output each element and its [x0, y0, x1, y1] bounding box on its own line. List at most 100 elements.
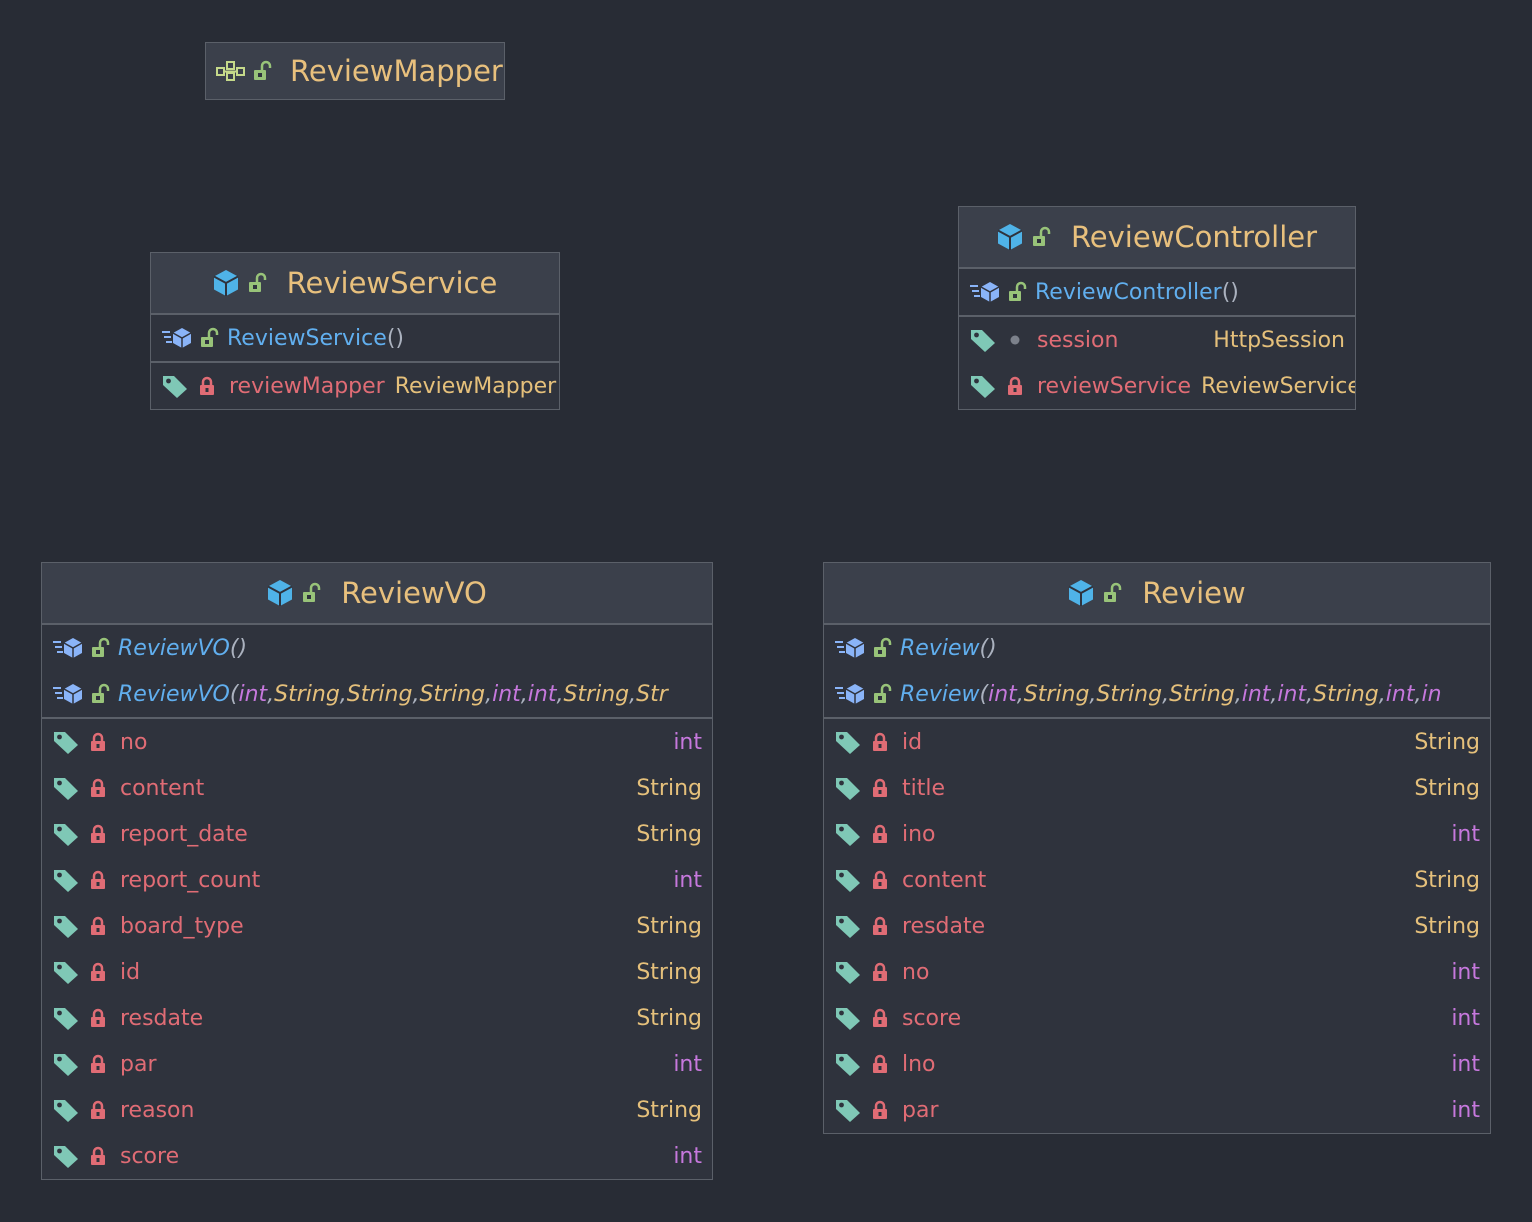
field-tag-icon [834, 1005, 862, 1031]
private-lock-icon [90, 870, 106, 890]
public-unlock-icon [247, 272, 267, 294]
constructor-row[interactable]: ReviewController() [959, 269, 1355, 315]
field-tag-icon [969, 373, 997, 399]
field-row[interactable]: ino int [824, 811, 1490, 857]
class-box-review[interactable]: Review Review() Review(int, String, Stri… [823, 562, 1491, 1134]
param-type: String [1096, 681, 1163, 707]
constructor-section: ReviewVO() ReviewVO(int, String, String,… [42, 625, 712, 719]
class-icon [267, 579, 293, 607]
class-box-reviewmapper[interactable]: ReviewMapper [205, 42, 505, 100]
param-type: int [1241, 681, 1271, 707]
field-row[interactable]: title String [824, 765, 1490, 811]
paren-open: ( [229, 681, 239, 707]
fields-section: id String title String ino int content String re… [824, 719, 1490, 1133]
field-row[interactable]: report_count int [42, 857, 712, 903]
constructor-row[interactable]: ReviewService() [151, 315, 559, 361]
public-unlock-icon [1102, 582, 1122, 604]
class-header: ReviewMapper [206, 43, 504, 99]
field-row[interactable]: report_date String [42, 811, 712, 857]
field-row[interactable]: score int [824, 995, 1490, 1041]
param-type: int [527, 681, 557, 707]
constructor-row[interactable]: Review() [824, 625, 1490, 671]
field-tag-icon [52, 1005, 80, 1031]
class-header: ReviewService [151, 253, 559, 315]
param-type: String [274, 681, 340, 707]
field-name: score [120, 1143, 180, 1169]
field-row[interactable]: score int [42, 1133, 712, 1179]
field-row[interactable]: reviewService ReviewService [959, 363, 1355, 409]
field-tag-icon [52, 867, 80, 893]
field-row[interactable]: reason String [42, 1087, 712, 1133]
private-lock-icon [90, 1146, 106, 1166]
constructor-parens: () [386, 325, 404, 351]
field-row[interactable]: lno int [824, 1041, 1490, 1087]
field-type: String [636, 1097, 702, 1123]
field-row[interactable]: resdate String [824, 903, 1490, 949]
constructor-icon [834, 682, 866, 706]
field-tag-icon [969, 327, 997, 353]
fields-section: session HttpSession reviewService Review… [959, 317, 1355, 409]
field-row[interactable]: par int [824, 1087, 1490, 1133]
class-box-reviewcontroller[interactable]: ReviewController ReviewController() sess… [958, 206, 1356, 410]
class-icon [213, 269, 239, 297]
private-lock-icon [872, 1054, 888, 1074]
field-tag-icon [834, 821, 862, 847]
field-type: String [636, 959, 702, 985]
class-box-reviewservice[interactable]: ReviewService ReviewService() reviewMapp… [150, 252, 560, 410]
field-name: content [120, 775, 205, 801]
constructor-name: ReviewVO [118, 635, 230, 661]
param-type: String [419, 681, 486, 707]
constructor-parens: () [1221, 279, 1239, 305]
field-tag-icon [834, 1051, 862, 1077]
field-row[interactable]: resdate String [42, 995, 712, 1041]
field-row[interactable]: content String [42, 765, 712, 811]
public-unlock-icon [199, 327, 219, 349]
private-lock-icon [872, 732, 888, 752]
field-row[interactable]: no int [42, 719, 712, 765]
paren-open: ( [979, 681, 989, 707]
package-dot-icon [1007, 332, 1023, 348]
private-lock-icon [90, 778, 106, 798]
field-row[interactable]: session HttpSession [959, 317, 1355, 363]
field-type: String [636, 913, 702, 939]
field-type: String [636, 821, 702, 847]
constructor-name: Review [900, 635, 980, 661]
public-unlock-icon [872, 683, 892, 705]
field-type: String [1414, 775, 1480, 801]
class-title: ReviewController [1070, 220, 1318, 254]
field-tag-icon [834, 1097, 862, 1123]
param-type: String [346, 681, 413, 707]
field-row[interactable]: board_type String [42, 903, 712, 949]
field-tag-icon [834, 867, 862, 893]
field-row[interactable]: par int [42, 1041, 712, 1087]
field-name: reviewService [1037, 373, 1192, 399]
constructor-row[interactable]: ReviewVO() [42, 625, 712, 671]
field-name: no [120, 729, 148, 755]
field-name: resdate [120, 1005, 204, 1031]
constructor-row[interactable]: Review(int, String, String, String, int,… [824, 671, 1490, 717]
field-name: reason [120, 1097, 195, 1123]
private-lock-icon [90, 1100, 106, 1120]
constructor-parens: () [229, 635, 248, 661]
field-row[interactable]: id String [824, 719, 1490, 765]
param-type: String [563, 681, 630, 707]
field-name: id [120, 959, 141, 985]
field-row[interactable]: no int [824, 949, 1490, 995]
field-type: int [1451, 959, 1480, 985]
constructor-row[interactable]: ReviewVO(int, String, String, String, in… [42, 671, 712, 717]
field-row[interactable]: id String [42, 949, 712, 995]
class-icon [1068, 579, 1094, 607]
field-type: int [1451, 1097, 1480, 1123]
field-tag-icon [834, 775, 862, 801]
field-row[interactable]: content String [824, 857, 1490, 903]
field-row[interactable]: reviewMapper ReviewMapper [151, 363, 559, 409]
constructor-name: ReviewVO [118, 681, 230, 707]
class-icon [997, 223, 1023, 251]
public-unlock-icon [90, 683, 110, 705]
fields-section: reviewMapper ReviewMapper [151, 363, 559, 409]
class-title: ReviewVO [341, 576, 487, 610]
class-box-reviewvo[interactable]: ReviewVO ReviewVO() ReviewVO(int, String… [41, 562, 713, 1180]
field-name: no [902, 959, 930, 985]
field-tag-icon [52, 959, 80, 985]
field-type: int [673, 1143, 702, 1169]
